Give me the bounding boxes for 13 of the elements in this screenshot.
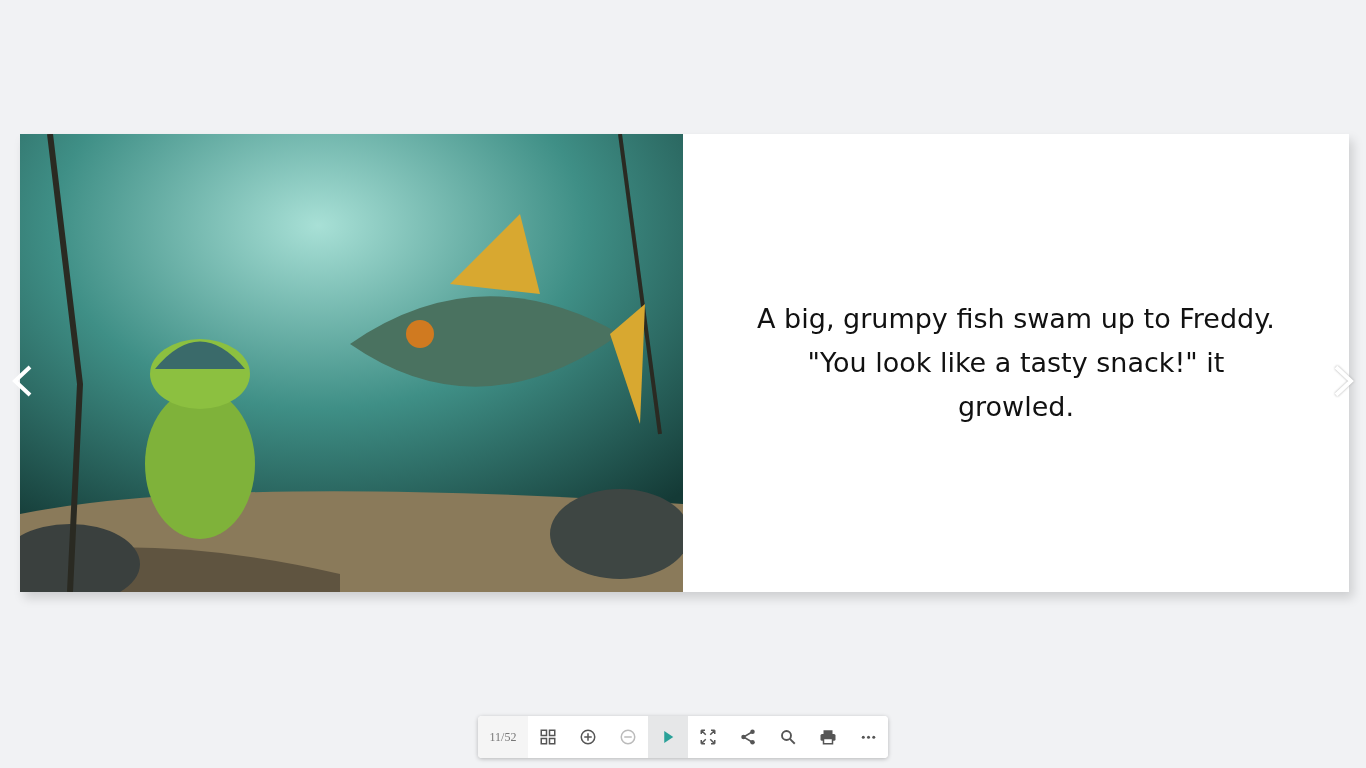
- zoom-in-icon: [579, 728, 597, 746]
- story-text: A big, grumpy fish swam up to Freddy. "You look like a tasty snack!" it growled.: [756, 302, 1276, 424]
- share-icon: [739, 728, 757, 746]
- fullscreen-icon: [699, 728, 717, 746]
- printer-icon: [819, 728, 837, 746]
- grid-icon: [539, 728, 557, 746]
- zoom-out-icon: [619, 728, 637, 746]
- search-icon: [779, 728, 797, 746]
- grid-button[interactable]: [528, 716, 568, 758]
- more-icon: [860, 734, 876, 740]
- fullscreen-button[interactable]: [688, 716, 728, 758]
- previous-page-icon[interactable]: [10, 364, 34, 398]
- page-counter: 11/52: [478, 716, 528, 758]
